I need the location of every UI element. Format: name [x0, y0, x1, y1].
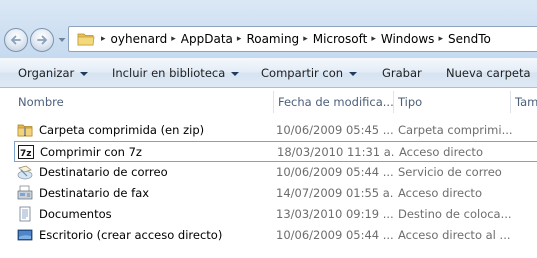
breadcrumb-sendto[interactable]: SendTo — [448, 32, 491, 46]
breadcrumb-windows[interactable]: Windows — [381, 32, 435, 46]
file-type: Acceso directo — [398, 186, 482, 200]
file-row-selected[interactable]: 7z Comprimir con 7z 18/03/2010 11:31 a..… — [14, 141, 537, 162]
file-date: 18/03/2010 11:31 a... — [277, 145, 395, 159]
column-header-date[interactable]: Fecha de modifica... — [278, 95, 394, 109]
file-type: Carpeta comprimi... — [398, 123, 513, 137]
file-type: Destino de coloca... — [398, 207, 512, 221]
folder-icon — [77, 33, 95, 46]
breadcrumb-appdata[interactable]: AppData — [181, 32, 233, 46]
column-divider[interactable] — [273, 91, 274, 113]
file-row[interactable]: Escritorio (crear acceso directo) 10/06/… — [14, 225, 537, 246]
burn-label: Grabar — [382, 66, 422, 80]
column-divider[interactable] — [393, 91, 394, 113]
share-with-button[interactable]: Compartir con — [261, 66, 358, 80]
burn-button[interactable]: Grabar — [382, 66, 422, 80]
7z-icon: 7z — [18, 145, 34, 159]
mail-recipient-icon — [17, 165, 33, 180]
breadcrumb-separator[interactable]: ▸ — [371, 34, 376, 44]
zip-folder-icon — [17, 124, 33, 137]
file-date: 14/07/2009 01:55 a... — [276, 186, 394, 200]
file-name: Carpeta comprimida (en zip) — [39, 123, 205, 137]
file-type: Acceso directo al ... — [398, 228, 511, 242]
file-name: Destinatario de fax — [39, 186, 150, 200]
include-in-library-dropdown-icon — [231, 71, 240, 76]
file-row[interactable]: Carpeta comprimida (en zip) 10/06/2009 0… — [14, 120, 537, 141]
file-row[interactable]: Destinatario de fax 14/07/2009 01:55 a..… — [14, 183, 537, 204]
organize-label: Organizar — [18, 66, 75, 80]
file-date: 10/06/2009 05:45 ... — [276, 123, 394, 137]
column-header-type[interactable]: Tipo — [398, 95, 422, 109]
column-header-size[interactable]: Tam — [515, 95, 537, 109]
breadcrumb-separator[interactable]: ▸ — [237, 34, 242, 44]
new-folder-button[interactable]: Nueva carpeta — [446, 66, 531, 80]
command-bar: Organizar Incluir en biblioteca Comparti… — [0, 58, 537, 88]
file-row[interactable]: Documentos 13/03/2010 09:19 ... Destino … — [14, 204, 537, 225]
file-date: 13/03/2010 09:19 ... — [276, 207, 394, 221]
new-folder-label: Nueva carpeta — [446, 66, 531, 80]
back-button[interactable] — [4, 28, 28, 52]
address-region: ▸ oyhenard ▸ AppData ▸ Roaming ▸ Microso… — [0, 0, 537, 58]
file-name: Documentos — [39, 207, 112, 221]
include-in-library-button[interactable]: Incluir en biblioteca — [112, 66, 240, 80]
include-in-library-label: Incluir en biblioteca — [112, 66, 226, 80]
column-headers: Nombre Fecha de modifica... Tipo Tam — [0, 88, 537, 114]
file-date: 10/06/2009 05:44 ... — [276, 228, 394, 242]
breadcrumb-separator[interactable]: ▸ — [171, 34, 176, 44]
breadcrumb-separator[interactable]: ▸ — [438, 34, 443, 44]
file-type: Acceso directo — [399, 145, 483, 159]
file-name: Comprimir con 7z — [40, 145, 142, 159]
share-with-label: Compartir con — [261, 66, 344, 80]
documents-icon — [19, 206, 31, 222]
breadcrumb-separator[interactable]: ▸ — [101, 34, 106, 44]
forward-arrow-icon — [37, 35, 48, 45]
fax-icon — [17, 185, 33, 200]
forward-button[interactable] — [30, 28, 54, 52]
file-name: Escritorio (crear acceso directo) — [39, 228, 223, 242]
recent-pages-dropdown-icon[interactable] — [58, 37, 66, 43]
address-bar[interactable]: ▸ oyhenard ▸ AppData ▸ Roaming ▸ Microso… — [68, 26, 537, 52]
svg-text:7z: 7z — [20, 149, 32, 159]
column-divider[interactable] — [510, 91, 511, 113]
file-name: Destinatario de correo — [39, 165, 168, 179]
organize-button[interactable]: Organizar — [18, 66, 89, 80]
breadcrumb-separator[interactable]: ▸ — [303, 34, 308, 44]
file-row[interactable]: Destinatario de correo 10/06/2009 05:44 … — [14, 162, 537, 183]
share-with-dropdown-icon — [349, 71, 358, 76]
column-header-name[interactable]: Nombre — [18, 95, 64, 109]
file-date: 10/06/2009 05:44 ... — [276, 165, 394, 179]
breadcrumb-roaming[interactable]: Roaming — [246, 32, 299, 46]
breadcrumb-microsoft[interactable]: Microsoft — [313, 32, 368, 46]
desktop-icon — [17, 229, 33, 241]
file-type: Servicio de correo — [398, 165, 502, 179]
back-arrow-icon — [10, 35, 21, 45]
breadcrumb-oyhenard[interactable]: oyhenard — [111, 32, 168, 46]
organize-dropdown-icon — [80, 71, 89, 76]
